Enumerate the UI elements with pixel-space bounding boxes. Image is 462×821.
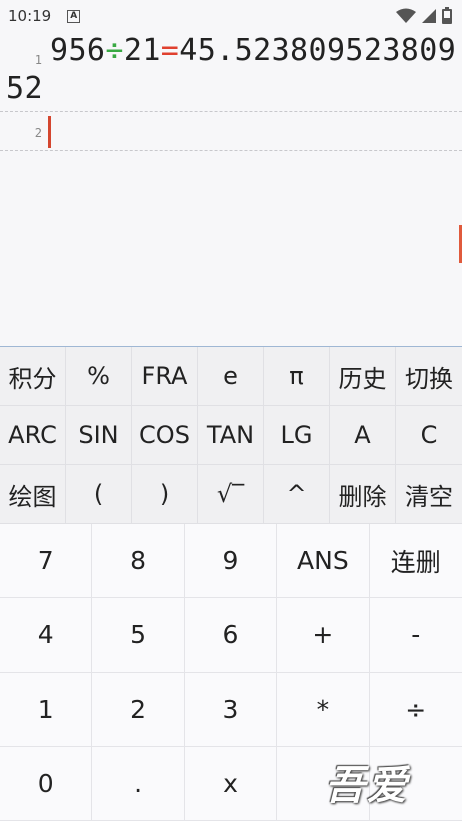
editor-line[interactable]: 1 956÷21=45.52380952380952 <box>0 32 462 112</box>
notification-badge: A <box>67 9 81 23</box>
operand: 956 <box>50 33 106 68</box>
blank-key[interactable] <box>369 746 462 821</box>
plus-key[interactable]: + <box>277 598 370 673</box>
operand: 21 <box>123 33 161 68</box>
close-paren-key[interactable]: ) <box>132 465 198 524</box>
digit-2-key[interactable]: 2 <box>92 672 185 747</box>
blank-key[interactable] <box>277 746 370 821</box>
fraction-key[interactable]: FRA <box>132 347 198 406</box>
digit-1-key[interactable]: 1 <box>0 672 93 747</box>
digit-8-key[interactable]: 8 <box>92 524 185 599</box>
digit-4-key[interactable]: 4 <box>0 598 93 673</box>
open-paren-key[interactable]: ( <box>66 465 132 524</box>
percent-key[interactable]: % <box>66 347 132 406</box>
status-icons <box>396 7 452 24</box>
arc-key[interactable]: ARC <box>0 406 66 465</box>
status-time: 10:19 <box>8 7 52 25</box>
battery-icon <box>442 7 452 24</box>
divide-key[interactable]: ÷ <box>369 672 462 747</box>
equals-sign: = <box>160 33 180 68</box>
plot-key[interactable]: 绘图 <box>0 465 66 524</box>
text-caret <box>48 116 51 148</box>
minus-key[interactable]: - <box>369 598 462 673</box>
wifi-icon <box>396 8 416 23</box>
digit-6-key[interactable]: 6 <box>184 598 278 673</box>
clear-key[interactable]: 清空 <box>396 465 462 524</box>
variable-x-key[interactable]: x <box>184 746 278 821</box>
expression-text[interactable]: 956÷21=45.52380952380952 <box>6 32 458 108</box>
decimal-point-key[interactable]: . <box>92 746 185 821</box>
digit-9-key[interactable]: 9 <box>184 524 278 599</box>
digit-0-key[interactable]: 0 <box>0 746 93 821</box>
function-keypad: 积分 % FRA e π 历史 切换 ARC SIN COS TAN LG A … <box>0 346 462 525</box>
digit-3-key[interactable]: 3 <box>184 672 278 747</box>
delete-key[interactable]: 删除 <box>330 465 396 524</box>
divide-operator: ÷ <box>105 33 124 68</box>
line-number: 2 <box>34 126 42 140</box>
sin-key[interactable]: SIN <box>66 406 132 465</box>
number-keypad: 7 8 9 ANS 连删 4 5 6 + - 1 2 3 * ÷ 0 . x <box>0 524 462 821</box>
power-key[interactable]: ^ <box>264 465 330 524</box>
sqrt-key[interactable]: √‾ <box>198 465 264 524</box>
continuous-delete-key[interactable]: 连删 <box>369 524 462 599</box>
pi-key[interactable]: π <box>264 347 330 406</box>
log-key[interactable]: LG <box>264 406 330 465</box>
editor-line[interactable]: 2 <box>0 112 462 151</box>
cell-signal-icon <box>422 8 436 23</box>
status-bar: 10:19 A <box>0 0 462 32</box>
multiply-key[interactable]: * <box>277 672 370 747</box>
cos-key[interactable]: COS <box>132 406 198 465</box>
expression-editor[interactable]: 1 956÷21=45.52380952380952 2 <box>0 32 462 346</box>
integral-key[interactable]: 积分 <box>0 347 66 406</box>
history-key[interactable]: 历史 <box>330 347 396 406</box>
digit-5-key[interactable]: 5 <box>92 598 185 673</box>
a-key[interactable]: A <box>330 406 396 465</box>
e-constant-key[interactable]: e <box>198 347 264 406</box>
digit-7-key[interactable]: 7 <box>0 524 93 599</box>
tan-key[interactable]: TAN <box>198 406 264 465</box>
ans-key[interactable]: ANS <box>277 524 370 599</box>
switch-key[interactable]: 切换 <box>396 347 462 406</box>
c-key[interactable]: C <box>396 406 462 465</box>
